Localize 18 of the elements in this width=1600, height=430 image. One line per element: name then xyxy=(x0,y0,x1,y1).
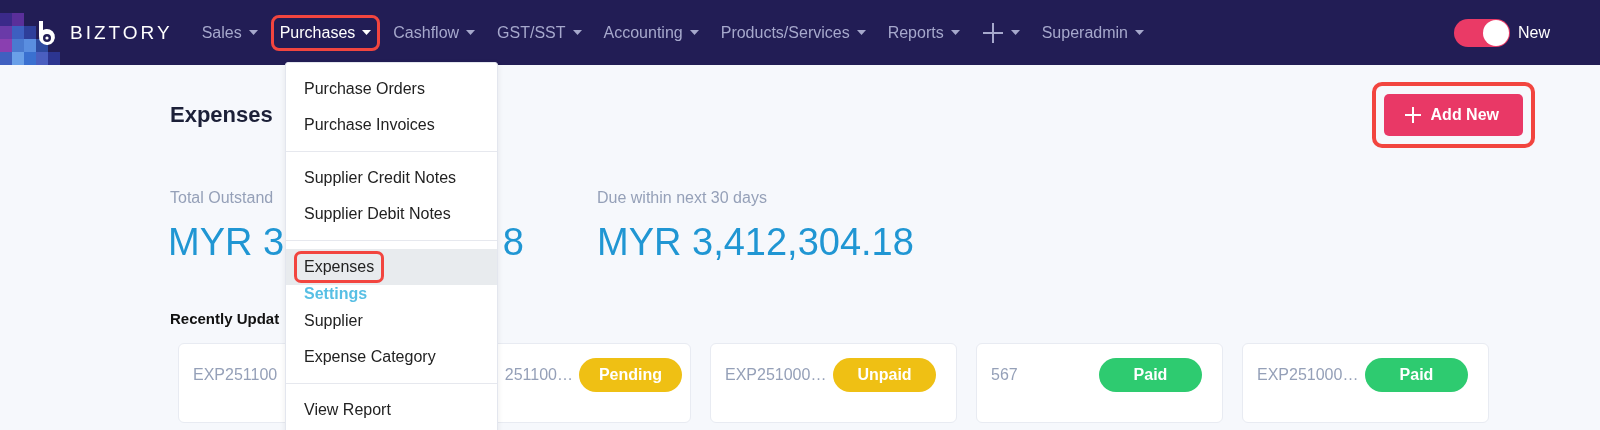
stat-label: Due within next 30 days xyxy=(597,189,768,207)
section-heading: Recently Updat xyxy=(170,310,280,327)
stat-label: Total Outstand xyxy=(170,189,275,207)
expense-number: EXP251000… xyxy=(725,365,827,385)
status-badge: Paid xyxy=(1099,358,1202,392)
expense-number: EXP251100 xyxy=(193,365,278,385)
amount-text: MYR 3 xyxy=(168,221,285,264)
page-title: Expenses xyxy=(170,102,273,128)
status-badge: Pending xyxy=(579,358,682,392)
toggle-label: New xyxy=(1518,23,1550,42)
expense-number: 251100… xyxy=(504,365,573,385)
status-badge: Unpaid xyxy=(833,358,936,392)
menu-section-heading: Settings xyxy=(303,285,369,303)
amount-text: MYR 3,412,304.18 xyxy=(597,221,914,264)
expense-number: 567 xyxy=(991,365,1018,385)
expense-number: EXP251000… xyxy=(1257,365,1359,385)
status-badge: Paid xyxy=(1365,358,1468,392)
amount-text: 8 xyxy=(502,221,524,264)
